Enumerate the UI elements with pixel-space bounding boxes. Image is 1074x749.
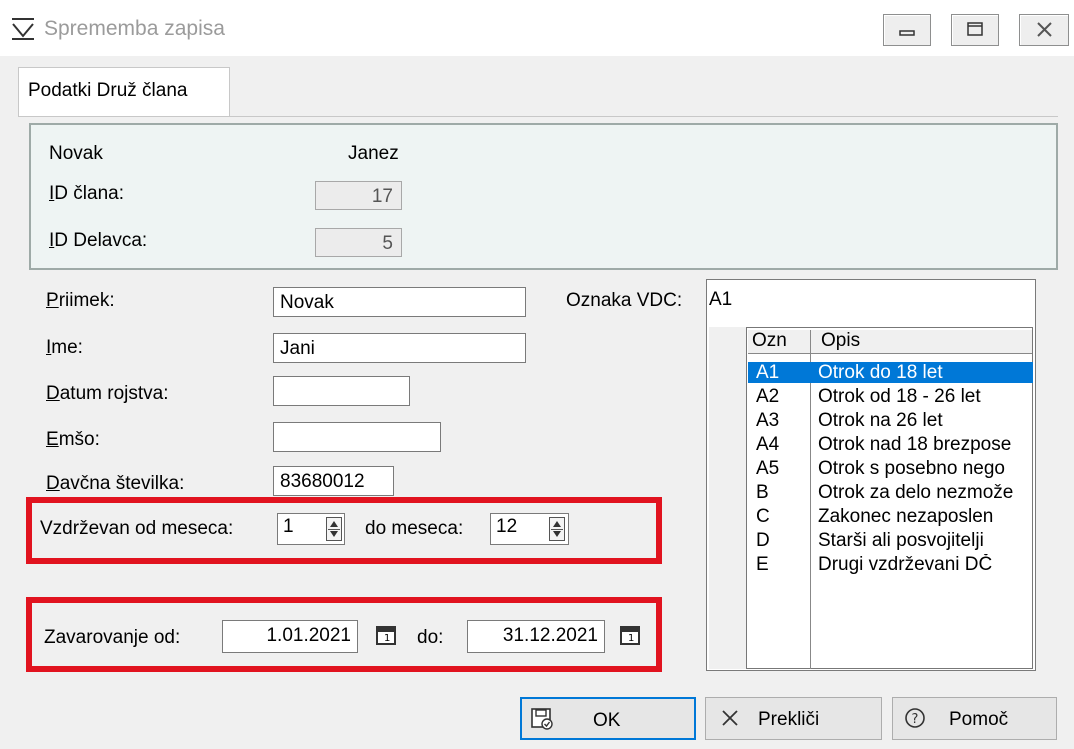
vdc-label: Oznaka VDC: [566, 290, 683, 311]
calendar-icon[interactable]: 1 [376, 626, 396, 645]
info-panel [29, 123, 1058, 270]
tab-divider [18, 116, 1058, 117]
emso-label: Emšo: [46, 429, 100, 450]
vdc-row[interactable]: A3 Otrok na 26 let [748, 410, 1033, 431]
vdc-col-ozn[interactable]: Ozn [748, 330, 810, 354]
months-to-label: do meseca: [365, 518, 464, 539]
close-icon [1037, 22, 1052, 37]
birth-date-label: Datum rojstva: [46, 383, 169, 404]
ok-button[interactable]: OK [520, 697, 696, 740]
vdc-grid-row-header [709, 327, 747, 669]
save-icon [531, 708, 553, 730]
member-id-field: 17 [315, 181, 402, 210]
surname-input[interactable]: Novak [273, 287, 526, 317]
close-button[interactable] [1019, 14, 1069, 46]
tab-podatki[interactable]: Podatki Druž člana [18, 67, 230, 117]
vdc-row[interactable]: A2 Otrok od 18 - 26 let [748, 386, 1033, 407]
svg-text:?: ? [912, 712, 919, 727]
month-to-spinner[interactable]: 12 [490, 513, 569, 545]
insurance-to-input[interactable]: 31.12.2021 [467, 620, 605, 653]
maximize-icon [967, 22, 983, 36]
vdc-row[interactable]: E Drugi vzdrževani DČ [748, 554, 1033, 575]
cancel-label: Prekliči [758, 709, 820, 730]
minimize-icon [899, 30, 915, 36]
month-from-spinner[interactable]: 1 [277, 513, 345, 545]
month-from-value: 1 [283, 516, 294, 537]
name-input[interactable]: Jani [273, 333, 526, 363]
vdc-row[interactable]: A5 Otrok s posebno nego [748, 458, 1033, 479]
info-name: Janez [348, 143, 399, 164]
vdc-row[interactable]: A4 Otrok nad 18 brezpose [748, 434, 1033, 455]
calendar-icon[interactable]: 1 [620, 626, 640, 645]
spinner-arrows-icon[interactable] [326, 517, 342, 541]
vdc-row[interactable]: C Zakonec nezaposlen [748, 506, 1033, 527]
tax-number-label: Davčna številka: [46, 473, 185, 494]
vdc-value: A1 [709, 289, 733, 310]
funnel-icon [12, 18, 34, 40]
help-label: Pomoč [949, 709, 1009, 730]
tax-number-input[interactable]: 83680012 [273, 466, 394, 496]
ok-label: OK [593, 710, 621, 731]
minimize-button[interactable] [883, 14, 931, 46]
vdc-row[interactable]: A1 Otrok do 18 let [748, 362, 1033, 383]
worker-id-field: 5 [315, 228, 402, 257]
help-icon: ? [905, 708, 925, 728]
surname-label: Priimek: [46, 290, 115, 311]
cancel-button[interactable]: Prekliči [705, 697, 882, 740]
insurance-from-input[interactable]: 1.01.2021 [222, 620, 358, 653]
close-x-icon [722, 710, 738, 726]
insurance-to-label: do: [417, 627, 444, 648]
vdc-col-opis[interactable]: Opis [811, 330, 1032, 354]
member-id-label: ID člana: [49, 183, 124, 204]
insurance-from-label: Zavarovanje od: [44, 627, 181, 648]
vdc-row[interactable]: B Otrok za delo nezmože [748, 482, 1033, 503]
spinner-arrows-icon[interactable] [549, 517, 565, 541]
worker-id-label: ID Delavca: [49, 230, 148, 251]
window-title: Sprememba zapisa [44, 17, 225, 40]
help-button[interactable]: ? Pomoč [892, 697, 1057, 740]
birth-date-input[interactable] [273, 376, 410, 406]
maximize-button[interactable] [951, 14, 999, 46]
emso-input[interactable] [273, 422, 441, 452]
month-to-value: 12 [496, 516, 518, 537]
months-from-label: Vzdrževan od meseca: [40, 518, 234, 539]
name-label: Ime: [46, 337, 83, 358]
info-surname: Novak [49, 143, 103, 164]
vdc-row[interactable]: D Starši ali posvojitelji [748, 530, 1033, 551]
